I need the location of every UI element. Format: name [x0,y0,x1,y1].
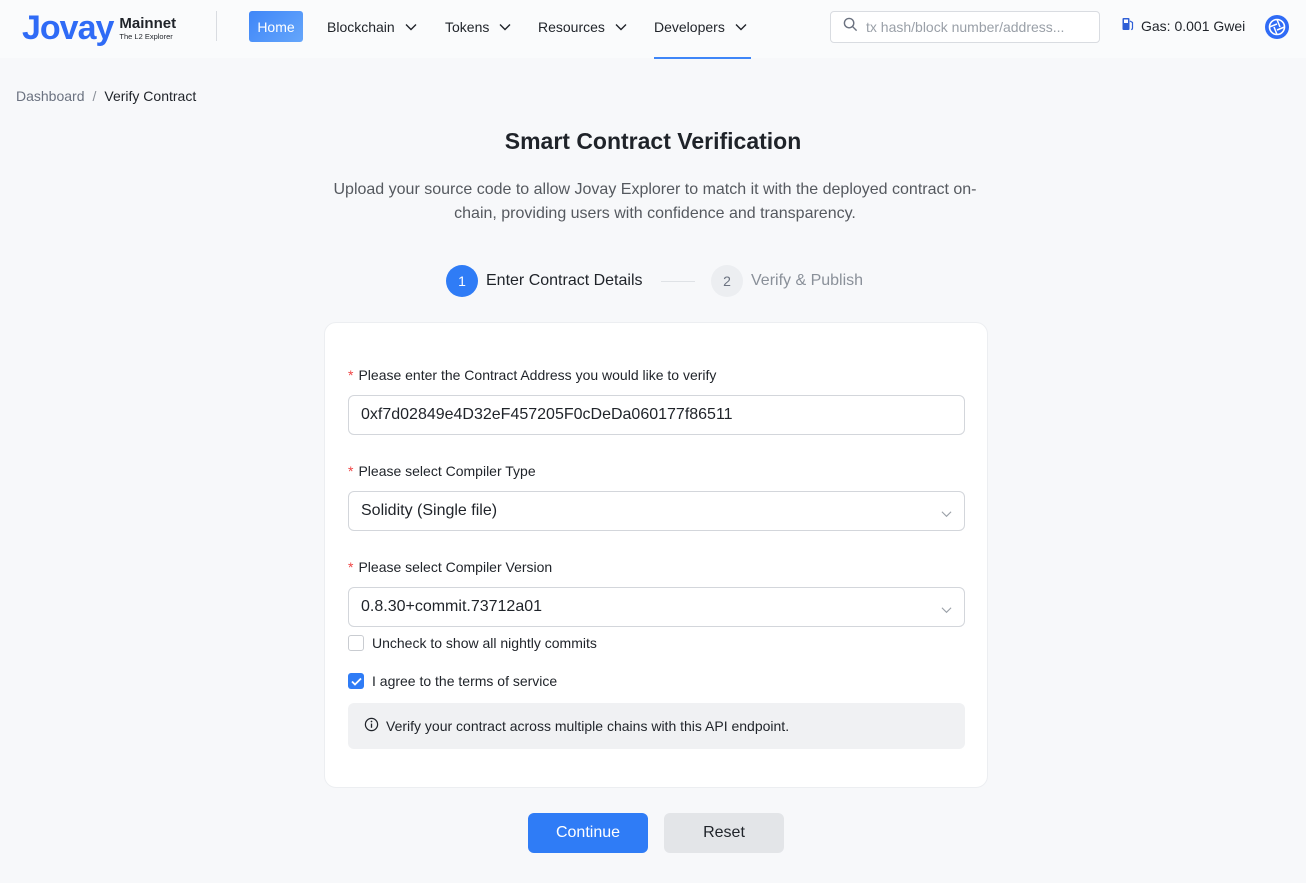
compiler-type-select[interactable]: Solidity (Single file) [348,491,965,531]
nav-developers[interactable]: Developers [654,11,747,42]
step-2-number: 2 [711,265,743,297]
nav-blockchain[interactable]: Blockchain [327,11,417,42]
search-box[interactable] [830,11,1100,43]
checkmark-icon [350,677,362,686]
step-connector [661,281,695,282]
contract-address-label: * Please enter the Contract Address you w… [348,367,717,383]
verification-form-card: * Please enter the Contract Address you w… [324,322,988,788]
compiler-version-label: * Please select Compiler Version [348,559,553,575]
network-name: Mainnet [119,14,177,32]
terms-label[interactable]: I agree to the terms of service [372,673,557,689]
nav-active-indicator [654,57,751,59]
compiler-version-select[interactable]: 0.8.30+commit.73712a01 [348,587,965,627]
continue-button[interactable]: Continue [528,813,648,853]
contract-address-input[interactable]: 0xf7d02849e4D32eF457205F0cDeDa060177f865… [348,395,965,435]
chevron-down-icon [615,23,627,31]
logo[interactable]: Jovay Mainnet The L2 Explorer [22,10,176,46]
required-mark: * [348,367,354,383]
step-2-label: Verify & Publish [751,272,864,289]
search-icon [843,17,858,37]
info-icon [364,717,379,735]
page-title: Smart Contract Verification [504,128,802,154]
nav-tokens[interactable]: Tokens [445,11,511,42]
api-info-text: Verify your contract across multiple cha… [386,718,790,734]
gas-price: Gas: 0.001 Gwei [1141,17,1246,34]
chevron-down-icon [941,601,952,619]
nav-home[interactable]: Home [249,11,303,42]
gas-indicator: Gas: 0.001 Gwei [1121,17,1245,34]
required-mark: * [348,559,354,575]
compiler-type-label: * Please select Compiler Type [348,463,536,479]
logo-tagline: The L2 Explorer [119,31,173,41]
api-info-note: Verify your contract across multiple cha… [348,703,965,749]
gas-pump-icon [1121,17,1135,34]
chevron-down-icon [941,505,952,523]
chevron-down-icon [499,23,511,31]
step-1-label: Enter Contract Details [486,272,643,289]
breadcrumb-separator: / [92,88,97,104]
search-input[interactable] [866,19,1086,35]
main-nav: Home [249,11,303,42]
breadcrumb-dashboard[interactable]: Dashboard [16,88,85,104]
top-header: Jovay Mainnet The L2 Explorer Home Block… [0,0,1306,59]
step-1-number: 1 [446,265,478,297]
chevron-down-icon [405,23,417,31]
reset-button[interactable]: Reset [664,813,784,853]
nightly-commits-checkbox[interactable] [348,635,364,651]
logo-wordmark: Jovay [22,9,114,47]
nightly-commits-label[interactable]: Uncheck to show all nightly commits [372,635,597,651]
nav-resources[interactable]: Resources [538,11,627,42]
terms-checkbox[interactable] [348,673,364,689]
network-globe-icon[interactable] [1264,14,1290,40]
breadcrumb-current: Verify Contract [104,88,197,104]
chevron-down-icon [735,23,747,31]
required-mark: * [348,463,354,479]
breadcrumb: Dashboard / Verify Contract [16,88,196,104]
header-divider [216,11,217,41]
page-description: Upload your source code to allow Jovay E… [333,181,977,222]
